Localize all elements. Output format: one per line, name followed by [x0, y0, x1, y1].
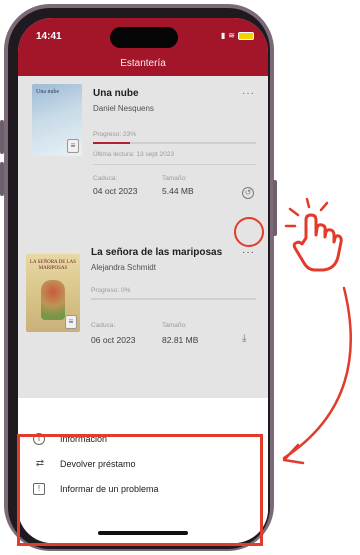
- curved-arrow-icon: [282, 286, 352, 465]
